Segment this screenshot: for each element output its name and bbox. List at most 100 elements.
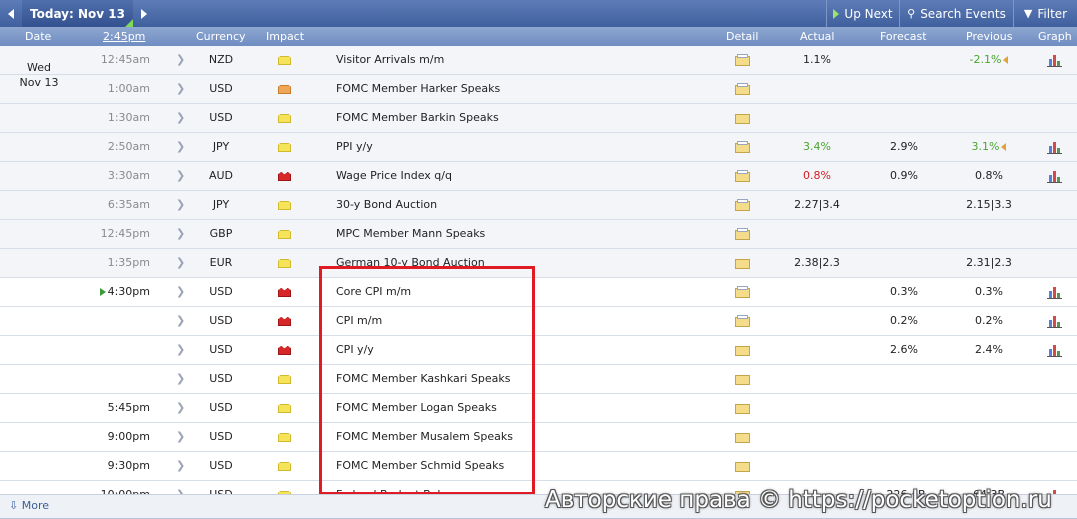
- impact-bull-icon: [278, 404, 291, 413]
- table-row[interactable]: 12:45am ❯ NZD Visitor Arrivals m/m 1.1% -2.1%: [0, 46, 1077, 75]
- event-actual: [785, 452, 849, 480]
- bar-chart-icon: [1047, 140, 1062, 154]
- up-next-button[interactable]: Up Next: [826, 0, 899, 27]
- today-button[interactable]: Today: Nov 13: [22, 0, 133, 27]
- detail-folder-icon[interactable]: [735, 199, 751, 211]
- header-currency: Currency: [196, 30, 246, 43]
- event-currency: AUD: [208, 169, 234, 182]
- revised-marker-icon: [1001, 143, 1007, 151]
- table-row[interactable]: ❯ USD CPI y/y 2.6% 2.4%: [0, 336, 1077, 365]
- speaker-icon[interactable]: ❯: [176, 220, 185, 248]
- table-row[interactable]: 9:30pm ❯ USD FOMC Member Schmid Speaks: [0, 452, 1077, 481]
- filter-button[interactable]: ▼ Filter: [1013, 0, 1077, 27]
- event-time: 2:50am: [74, 133, 150, 161]
- event-time: 3:30am: [74, 162, 150, 190]
- folder-icon: [735, 257, 751, 269]
- table-row[interactable]: ❯ USD CPI m/m 0.2% 0.2%: [0, 307, 1077, 336]
- detail-folder-icon[interactable]: [735, 54, 751, 66]
- next-day-button[interactable]: [133, 0, 155, 27]
- impact-icon: [278, 85, 291, 94]
- event-time-text: 6:35am: [107, 198, 150, 211]
- folder-icon: [735, 228, 751, 240]
- speaker-icon[interactable]: ❯: [176, 249, 185, 277]
- arrow-right-icon: [141, 8, 147, 19]
- more-link[interactable]: ⇩ More: [9, 499, 49, 512]
- detail-folder-icon[interactable]: [735, 83, 751, 95]
- speaker-icon[interactable]: ❯: [176, 394, 185, 422]
- speaker-icon[interactable]: ❯: [176, 133, 185, 161]
- event-title[interactable]: 30-y Bond Auction: [336, 191, 437, 219]
- speaker-icon[interactable]: ❯: [176, 278, 185, 306]
- speaker-icon[interactable]: ❯: [176, 104, 185, 132]
- speaker-icon[interactable]: ❯: [176, 452, 185, 480]
- detail-folder-icon[interactable]: [735, 344, 751, 356]
- graph-icon[interactable]: [1047, 285, 1062, 299]
- impact-icon: [278, 317, 291, 326]
- prev-day-button[interactable]: [0, 0, 22, 27]
- table-row[interactable]: 6:35am ❯ JPY 30-y Bond Auction 2.27|3.4 2.15|…: [0, 191, 1077, 220]
- detail-folder-icon[interactable]: [735, 431, 751, 443]
- speaker-icon[interactable]: ❯: [176, 336, 185, 364]
- table-row[interactable]: 3:30am ❯ AUD Wage Price Index q/q 0.8% 0.9% 0.…: [0, 162, 1077, 191]
- table-row[interactable]: 5:45pm ❯ USD FOMC Member Logan Speaks: [0, 394, 1077, 423]
- impact-icon: [278, 259, 291, 268]
- event-title[interactable]: PPI y/y: [336, 133, 373, 161]
- today-label: Today: Nov 13: [30, 6, 125, 21]
- table-row[interactable]: 12:45pm ❯ GBP MPC Member Mann Speaks: [0, 220, 1077, 249]
- event-title[interactable]: FOMC Member Harker Speaks: [336, 75, 500, 103]
- detail-folder-icon[interactable]: [735, 286, 751, 298]
- event-title[interactable]: Wage Price Index q/q: [336, 162, 452, 190]
- graph-icon[interactable]: [1047, 53, 1062, 67]
- table-row[interactable]: 9:00pm ❯ USD FOMC Member Musalem Speaks: [0, 423, 1077, 452]
- event-previous: [952, 394, 1026, 422]
- event-title[interactable]: MPC Member Mann Speaks: [336, 220, 485, 248]
- detail-folder-icon[interactable]: [735, 257, 751, 269]
- event-forecast: 0.2%: [890, 314, 918, 327]
- corner-marker-icon: [125, 19, 133, 27]
- search-events-button[interactable]: ⚲ Search Events: [899, 0, 1013, 27]
- detail-folder-icon[interactable]: [735, 315, 751, 327]
- table-row[interactable]: 1:35pm ❯ EUR German 10-y Bond Auction 2.38|2…: [0, 249, 1077, 278]
- speaker-icon[interactable]: ❯: [176, 307, 185, 335]
- folder-icon: [735, 402, 751, 414]
- detail-folder-icon[interactable]: [735, 228, 751, 240]
- table-row[interactable]: ❯ USD FOMC Member Kashkari Speaks: [0, 365, 1077, 394]
- event-time: [74, 336, 150, 364]
- impact-icon: [278, 172, 291, 181]
- speaker-icon[interactable]: ❯: [176, 162, 185, 190]
- detail-folder-icon[interactable]: [735, 460, 751, 472]
- graph-icon[interactable]: [1047, 314, 1062, 328]
- detail-folder-icon[interactable]: [735, 141, 751, 153]
- event-actual: 2.27|3.4: [794, 198, 840, 211]
- speaker-icon[interactable]: ❯: [176, 46, 185, 74]
- table-row[interactable]: 2:50am ❯ JPY PPI y/y 3.4% 2.9% 3.1%: [0, 133, 1077, 162]
- speaker-icon[interactable]: ❯: [176, 423, 185, 451]
- event-time-text: 9:00pm: [107, 430, 150, 443]
- bar-chart-icon: [1047, 169, 1062, 183]
- event-title[interactable]: Visitor Arrivals m/m: [336, 46, 444, 74]
- header-impact: Impact: [266, 30, 305, 43]
- speaker-icon[interactable]: ❯: [176, 75, 185, 103]
- speaker-icon[interactable]: ❯: [176, 191, 185, 219]
- event-time: 5:45pm: [74, 394, 150, 422]
- speaker-icon[interactable]: ❯: [176, 365, 185, 393]
- detail-folder-icon[interactable]: [735, 373, 751, 385]
- table-row[interactable]: 1:00am ❯ USD FOMC Member Harker Speaks: [0, 75, 1077, 104]
- graph-icon[interactable]: [1047, 343, 1062, 357]
- impact-bull-icon: [278, 114, 291, 123]
- event-title[interactable]: FOMC Member Barkin Speaks: [336, 104, 499, 132]
- event-actual: [785, 278, 849, 306]
- event-previous-value: -2.1%: [969, 53, 1002, 66]
- table-row[interactable]: 1:30am ❯ USD FOMC Member Barkin Speaks: [0, 104, 1077, 133]
- detail-folder-icon[interactable]: [735, 170, 751, 182]
- graph-icon[interactable]: [1047, 169, 1062, 183]
- event-forecast: [872, 452, 936, 480]
- header-time[interactable]: 2:45pm: [103, 30, 145, 43]
- folder-icon: [735, 344, 751, 356]
- event-time: [74, 307, 150, 335]
- impact-icon: [278, 230, 291, 239]
- graph-icon[interactable]: [1047, 140, 1062, 154]
- detail-folder-icon[interactable]: [735, 402, 751, 414]
- table-row[interactable]: 4:30pm ❯ USD Core CPI m/m 0.3% 0.3%: [0, 278, 1077, 307]
- detail-folder-icon[interactable]: [735, 112, 751, 124]
